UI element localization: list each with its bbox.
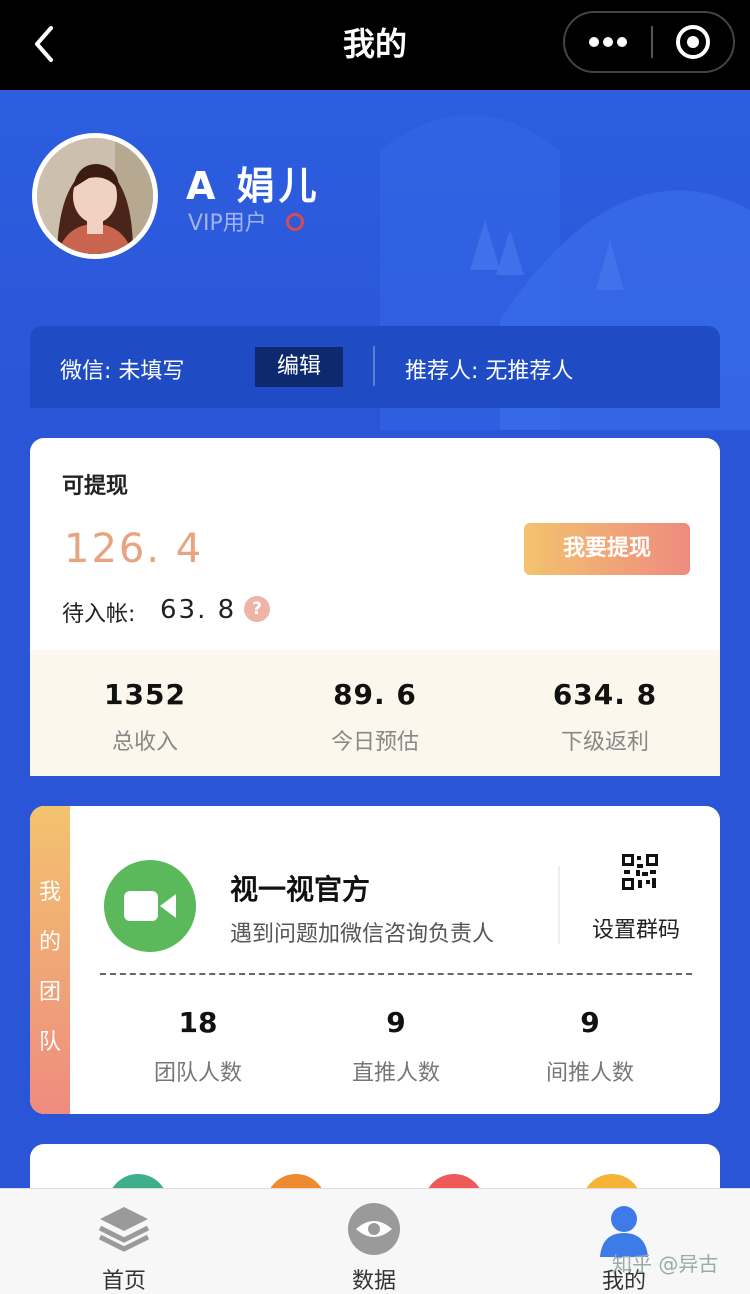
team-stat-label: 直推人数 (351, 1061, 440, 1086)
pending-value: 63. 8 (160, 595, 237, 625)
withdraw-button[interactable]: 我要提现 (524, 523, 690, 575)
bottom-tab-bar: 首页 数据 我的 (0, 1188, 750, 1294)
edit-wechat-button[interactable]: 编辑 (255, 347, 343, 387)
stat-label: 今日预估 (330, 730, 419, 755)
set-group-qr-button[interactable]: 设置群码 (592, 912, 680, 944)
stat-value: 1352 (104, 678, 186, 711)
watermark: 知乎 @异古 (612, 1252, 719, 1276)
team-stat-label: 团队人数 (153, 1061, 242, 1086)
stat-total-income: 1352 总收入 (30, 650, 260, 776)
target-close-icon (676, 25, 710, 59)
team-tag-char: 团 (38, 980, 61, 1005)
tab-data[interactable]: 数据 (294, 1189, 454, 1294)
avatar-portrait (37, 138, 153, 254)
referrer-info: 推荐人: 无推荐人 (405, 359, 574, 384)
wechat-status: 微信: 未填写 (60, 359, 185, 384)
qr-code-icon[interactable] (622, 854, 658, 890)
stat-label: 下级返利 (560, 730, 649, 755)
balance-amount: 126. 4 (64, 526, 204, 572)
layers-icon (98, 1207, 150, 1252)
team-tag-char: 队 (38, 1030, 61, 1055)
more-button[interactable] (565, 13, 651, 71)
team-tag: 我 的 团 队 (30, 806, 70, 1114)
team-stat-label: 间推人数 (545, 1061, 634, 1086)
stat-today-estimate: 89. 6 今日预估 (260, 650, 490, 776)
team-stat-indirect: 9 间推人数 (492, 1006, 688, 1087)
stat-label: 总收入 (111, 730, 178, 755)
team-stat-direct: 9 直推人数 (298, 1006, 494, 1087)
tab-label: 首页 (101, 1269, 146, 1294)
team-stat-value: 9 (580, 1006, 600, 1039)
team-tag-char: 的 (38, 930, 61, 955)
more-dots-icon (589, 37, 627, 47)
tab-mine[interactable]: 我的 (544, 1189, 704, 1294)
eye-icon (348, 1203, 400, 1255)
balance-card: 可提现 126. 4 我要提现 待入帐: 63. 8 ? 1352 总收入 89… (30, 438, 720, 776)
team-stat-value: 18 (178, 1006, 218, 1039)
vip-badge-icon (286, 213, 304, 231)
close-button[interactable] (653, 13, 733, 71)
tab-home[interactable]: 首页 (44, 1189, 204, 1294)
wechat-divider (373, 346, 375, 386)
wechat-info-bar: 微信: 未填写 编辑 推荐人: 无推荐人 (30, 326, 720, 408)
stat-value: 89. 6 (333, 678, 417, 711)
avatar[interactable] (32, 133, 158, 259)
team-stat-value: 9 (386, 1006, 406, 1039)
mini-program-capsule (563, 11, 735, 73)
withdrawable-label: 可提现 (62, 474, 129, 499)
vip-label: VIP用户 (188, 211, 267, 236)
video-camera-icon (124, 891, 176, 921)
income-stats: 1352 总收入 89. 6 今日预估 634. 8 下级返利 (30, 650, 720, 776)
stat-value: 634. 8 (552, 678, 658, 711)
dashed-divider (100, 973, 692, 975)
team-stat-members: 18 团队人数 (100, 1006, 296, 1087)
video-group-avatar[interactable] (104, 860, 196, 952)
pending-label: 待入帐: (62, 602, 136, 627)
team-divider (558, 866, 560, 944)
group-name: 视一视官方 (230, 873, 371, 906)
help-icon[interactable]: ? (244, 596, 270, 622)
group-description: 遇到问题加微信咨询负责人 (230, 922, 495, 947)
user-name: A 娟儿 (186, 164, 321, 208)
nav-bar: 我的 (0, 0, 750, 90)
tab-label: 数据 (351, 1269, 396, 1294)
stat-sub-rebate: 634. 8 下级返利 (490, 650, 720, 776)
team-tag-char: 我 (38, 880, 61, 905)
team-card: 我 的 团 队 视一视官方 遇到问题加微信咨询负责人 设置群码 18 团队人数 … (30, 806, 720, 1114)
